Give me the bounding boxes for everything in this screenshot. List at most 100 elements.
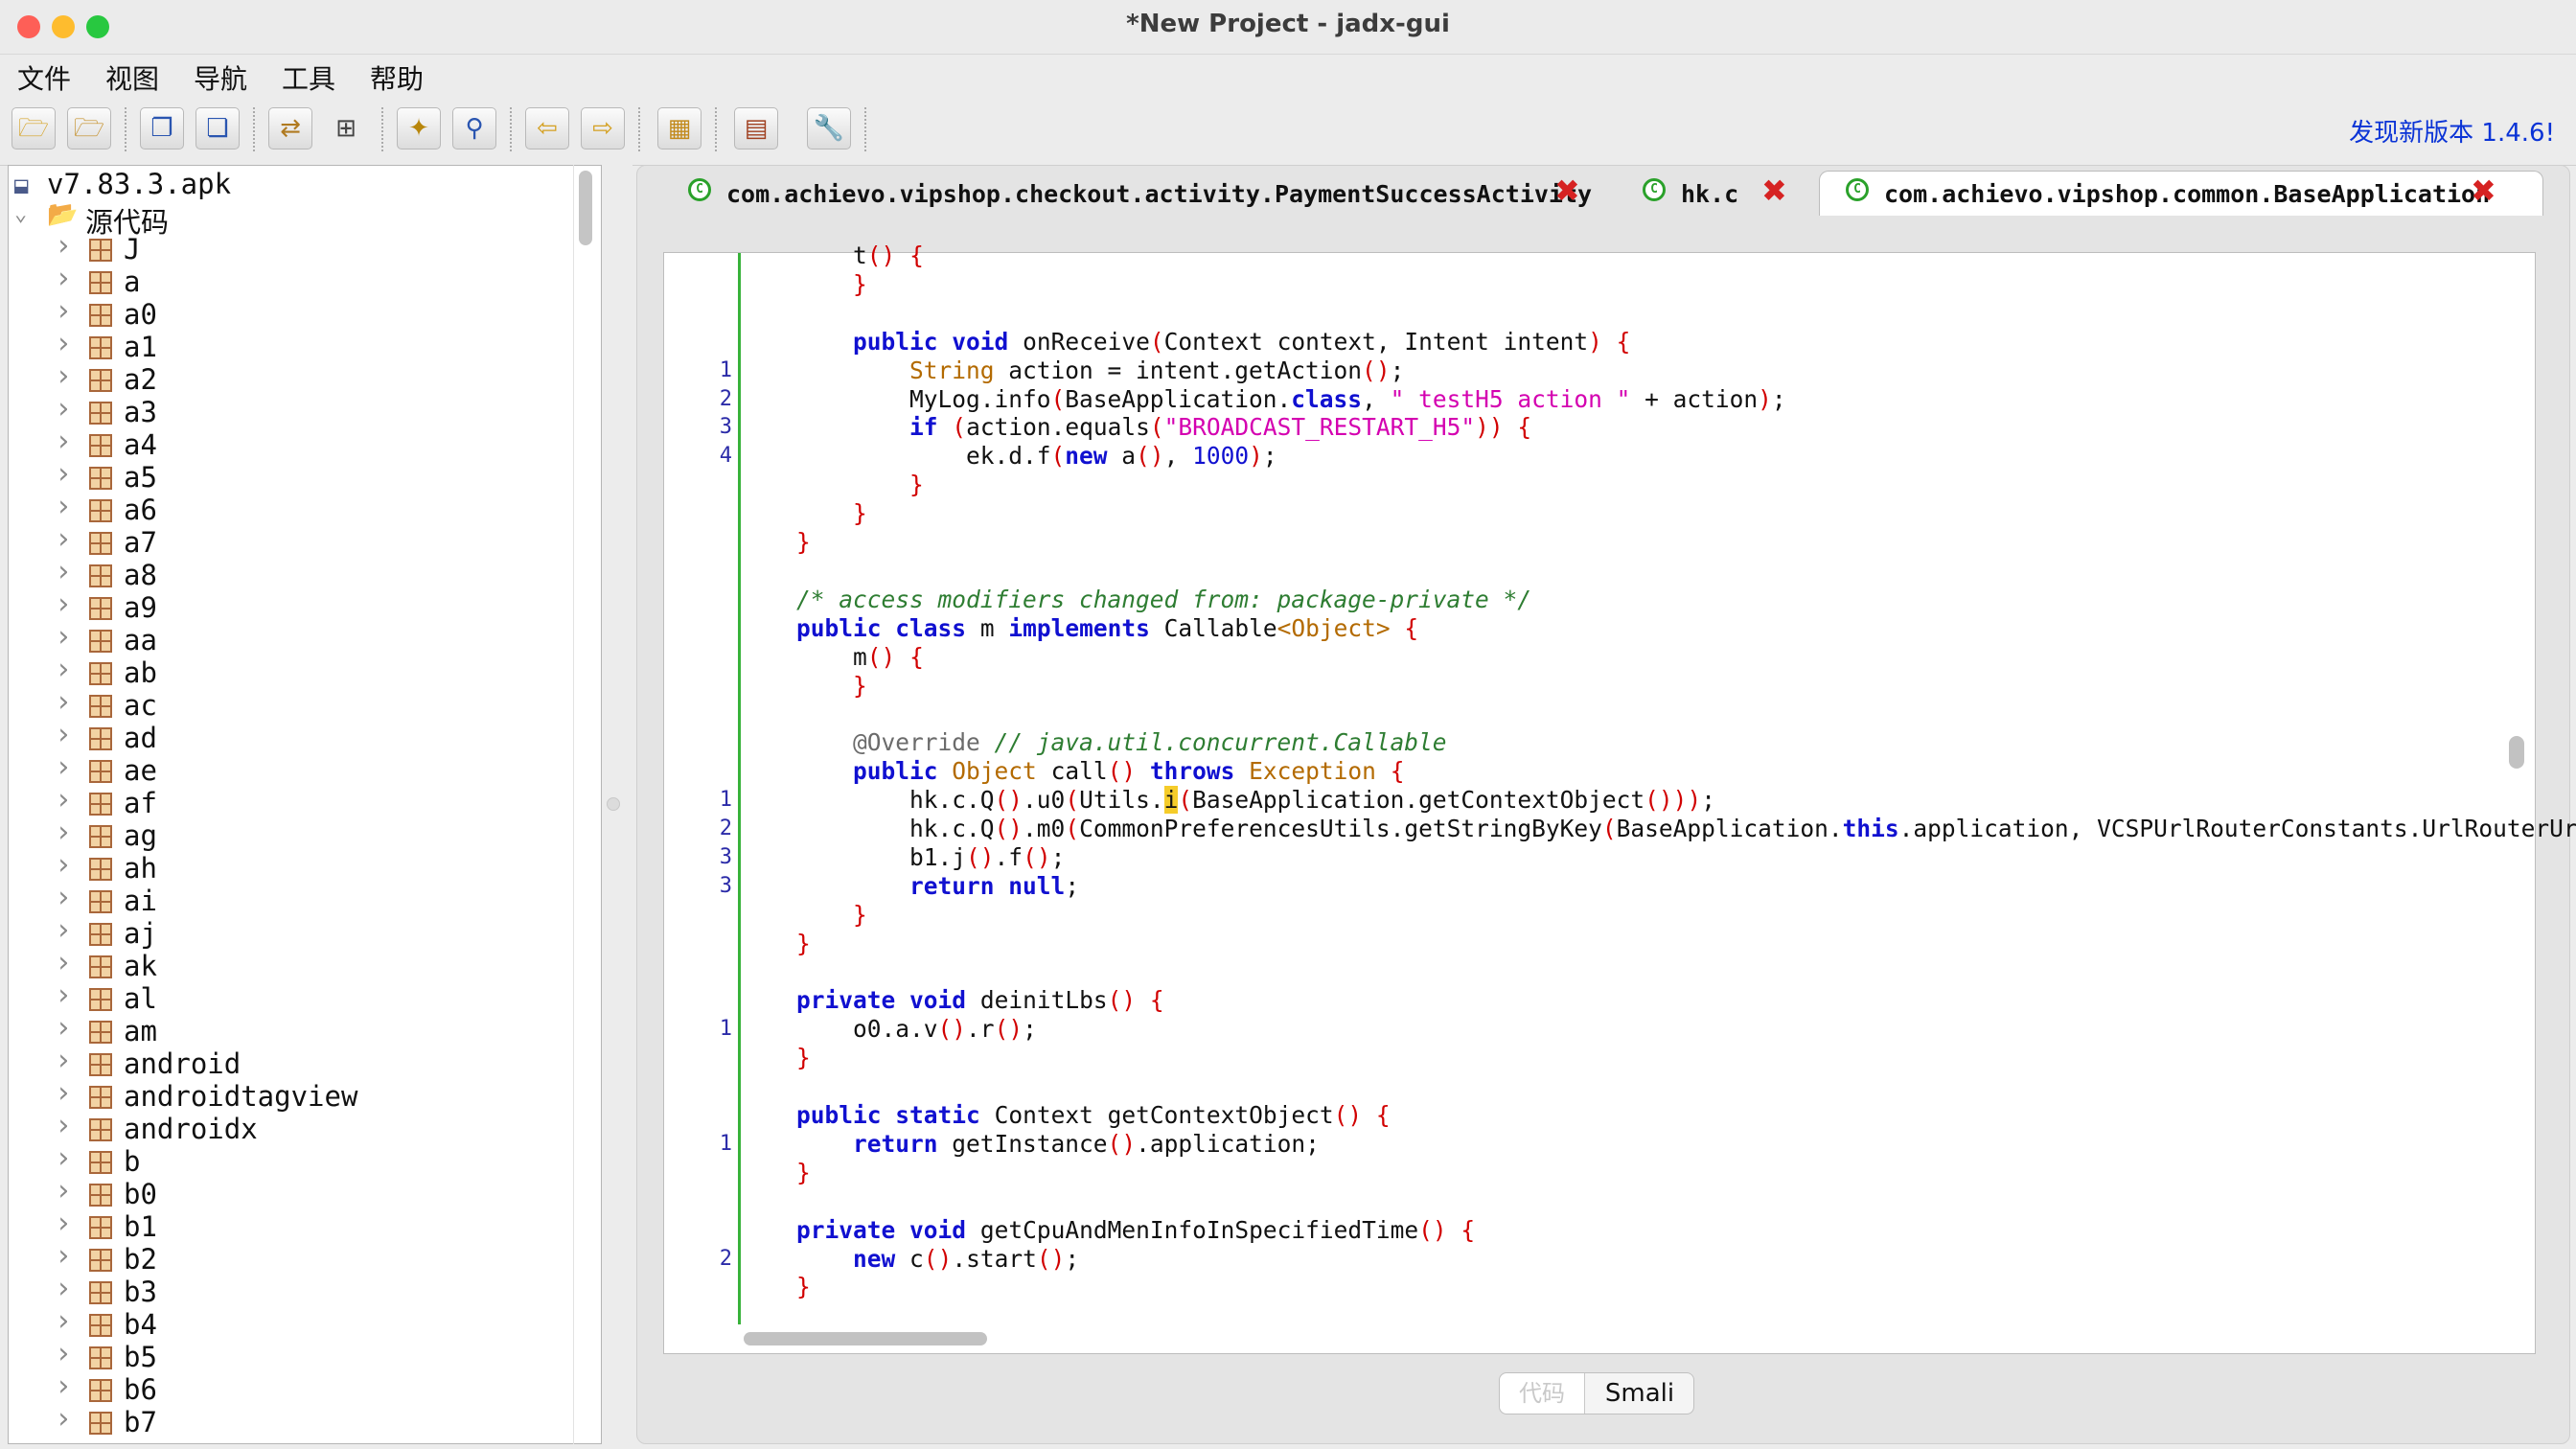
add-files-button[interactable]: 🗁 bbox=[67, 107, 111, 150]
code-line[interactable]: o0.a.v().r(); bbox=[740, 1015, 1037, 1043]
chevron-right-icon[interactable]: › bbox=[55, 1011, 72, 1045]
code-line[interactable]: new c().start(); bbox=[740, 1245, 1079, 1273]
chevron-right-icon[interactable]: › bbox=[55, 620, 72, 654]
code-view-button[interactable]: 代码 bbox=[1500, 1373, 1585, 1414]
chevron-right-icon[interactable]: › bbox=[55, 718, 72, 751]
code-line[interactable]: } bbox=[740, 1159, 811, 1186]
chevron-right-icon[interactable]: › bbox=[55, 783, 72, 816]
close-tab-icon[interactable]: ✖ bbox=[2471, 172, 2496, 209]
close-tab-icon[interactable]: ✖ bbox=[1761, 172, 1787, 209]
paste-button[interactable]: ❏ bbox=[196, 107, 240, 150]
back-button[interactable]: ⇦ bbox=[525, 107, 569, 150]
chevron-right-icon[interactable]: › bbox=[55, 490, 72, 523]
chevron-right-icon[interactable]: › bbox=[55, 262, 72, 295]
code-line[interactable]: hk.c.Q().u0(Utils.i(BaseApplication.getC… bbox=[740, 786, 1715, 815]
close-tab-icon[interactable]: ✖ bbox=[1554, 172, 1580, 209]
code-line[interactable]: private void deinitLbs() { bbox=[740, 986, 1164, 1014]
window-title: *New Project - jadx-gui bbox=[1126, 10, 1450, 38]
chevron-right-icon[interactable]: › bbox=[55, 1369, 72, 1403]
chevron-right-icon[interactable]: › bbox=[55, 587, 72, 621]
chevron-right-icon[interactable]: › bbox=[55, 816, 72, 849]
code-line[interactable]: public static Context getContextObject()… bbox=[740, 1101, 1391, 1129]
chevron-right-icon[interactable]: › bbox=[55, 392, 72, 426]
chevron-right-icon[interactable]: › bbox=[55, 978, 72, 1012]
code-line[interactable]: } bbox=[740, 901, 867, 929]
chevron-right-icon[interactable]: › bbox=[55, 1337, 72, 1370]
code-line[interactable]: } bbox=[740, 499, 867, 527]
code-horizontal-scrollbar[interactable] bbox=[744, 1332, 987, 1346]
code-vertical-scrollbar[interactable] bbox=[2509, 736, 2524, 769]
forward-button[interactable]: ⇨ bbox=[581, 107, 625, 150]
chevron-right-icon[interactable]: › bbox=[55, 653, 72, 686]
code-line[interactable]: if (action.equals("BROADCAST_RESTART_H5"… bbox=[740, 413, 1531, 441]
wand-button[interactable]: ✦ bbox=[397, 107, 441, 150]
tree-package-label: a7 bbox=[124, 526, 157, 559]
code-line[interactable]: MyLog.info(BaseApplication.class, " test… bbox=[740, 385, 1786, 413]
chevron-right-icon[interactable]: › bbox=[55, 327, 72, 360]
smali-view-button[interactable]: Smali bbox=[1585, 1373, 1694, 1414]
search-button[interactable]: ⚲ bbox=[452, 107, 496, 150]
code-line[interactable]: } bbox=[740, 528, 811, 556]
code-line[interactable]: public class m implements Callable<Objec… bbox=[740, 614, 1418, 642]
chevron-right-icon[interactable]: › bbox=[55, 913, 72, 947]
code-line[interactable]: } bbox=[740, 1273, 811, 1300]
chevron-right-icon[interactable]: › bbox=[55, 457, 72, 491]
chevron-right-icon[interactable]: › bbox=[55, 946, 72, 979]
chevron-right-icon[interactable]: › bbox=[55, 1141, 72, 1175]
chevron-right-icon[interactable]: › bbox=[55, 1044, 72, 1077]
chevron-right-icon[interactable]: › bbox=[55, 1174, 72, 1208]
chevron-right-icon[interactable]: › bbox=[55, 555, 72, 588]
view-switch: 代码 Smali bbox=[1499, 1372, 1694, 1414]
code-line[interactable]: } bbox=[740, 672, 867, 700]
update-available-link[interactable]: 发现新版本 1.4.6! bbox=[2349, 113, 2555, 149]
chevron-right-icon[interactable]: › bbox=[55, 1239, 72, 1273]
chevron-right-icon[interactable]: › bbox=[55, 1109, 72, 1142]
chevron-right-icon[interactable]: › bbox=[55, 522, 72, 556]
code-line[interactable]: public Object call() throws Exception { bbox=[740, 757, 1404, 785]
code-line[interactable]: /* access modifiers changed from: packag… bbox=[740, 586, 1531, 613]
menu-navigate[interactable]: 导航 bbox=[194, 58, 247, 97]
chevron-right-icon[interactable]: › bbox=[55, 425, 72, 458]
code-line[interactable]: hk.c.Q().m0(CommonPreferencesUtils.getSt… bbox=[740, 815, 2576, 842]
settings-button[interactable]: 🔧 bbox=[807, 107, 851, 150]
chevron-right-icon[interactable]: › bbox=[55, 229, 72, 263]
code-line[interactable]: b1.j().f(); bbox=[740, 843, 1065, 871]
code-line[interactable]: m() { bbox=[740, 643, 924, 671]
code-line[interactable]: String action = intent.getAction(); bbox=[740, 356, 1404, 384]
chevron-right-icon[interactable]: › bbox=[55, 1207, 72, 1240]
code-line[interactable]: private void getCpuAndMenInfoInSpecified… bbox=[740, 1216, 1475, 1244]
chevron-right-icon[interactable]: › bbox=[55, 359, 72, 393]
code-line[interactable]: return getInstance().application; bbox=[740, 1130, 1320, 1158]
log-button[interactable]: ▤ bbox=[734, 107, 778, 150]
code-line[interactable]: public void onReceive(Context context, I… bbox=[740, 328, 1630, 356]
open-file-button[interactable]: 🗁 bbox=[12, 107, 56, 150]
chevron-right-icon[interactable]: › bbox=[55, 750, 72, 784]
chevron-down-icon[interactable]: ⌄ bbox=[14, 202, 27, 226]
chevron-right-icon[interactable]: › bbox=[55, 1272, 72, 1305]
code-line[interactable]: return null; bbox=[740, 872, 1079, 900]
sync-button[interactable]: ⇄ bbox=[268, 107, 312, 150]
chevron-right-icon[interactable]: › bbox=[55, 685, 72, 719]
code-line[interactable]: ek.d.f(new a(), 1000); bbox=[740, 442, 1277, 470]
chevron-right-icon[interactable]: › bbox=[55, 1402, 72, 1436]
chevron-right-icon[interactable]: › bbox=[55, 294, 72, 328]
expand-button[interactable]: ⊞ bbox=[324, 107, 368, 150]
code-line[interactable]: @Override // java.util.concurrent.Callab… bbox=[740, 728, 1447, 756]
code-line[interactable]: t() { bbox=[740, 242, 924, 269]
menu-tools[interactable]: 工具 bbox=[282, 58, 335, 97]
tree-scrollbar[interactable] bbox=[579, 171, 592, 245]
menu-view[interactable]: 视图 bbox=[105, 58, 159, 97]
chevron-right-icon[interactable]: › bbox=[55, 1304, 72, 1338]
menu-file[interactable]: 文件 bbox=[17, 58, 71, 97]
splitter-handle[interactable] bbox=[607, 797, 620, 811]
code-line[interactable]: } bbox=[740, 270, 867, 298]
copy-button[interactable]: ❐ bbox=[140, 107, 184, 150]
deobfuscate-button[interactable]: ▦ bbox=[657, 107, 702, 150]
menu-help[interactable]: 帮助 bbox=[370, 58, 424, 97]
chevron-right-icon[interactable]: › bbox=[55, 1076, 72, 1110]
code-line[interactable]: } bbox=[740, 471, 924, 498]
chevron-right-icon[interactable]: › bbox=[55, 848, 72, 882]
code-line[interactable]: } bbox=[740, 1044, 811, 1071]
code-line[interactable]: } bbox=[740, 930, 811, 957]
chevron-right-icon[interactable]: › bbox=[55, 881, 72, 914]
